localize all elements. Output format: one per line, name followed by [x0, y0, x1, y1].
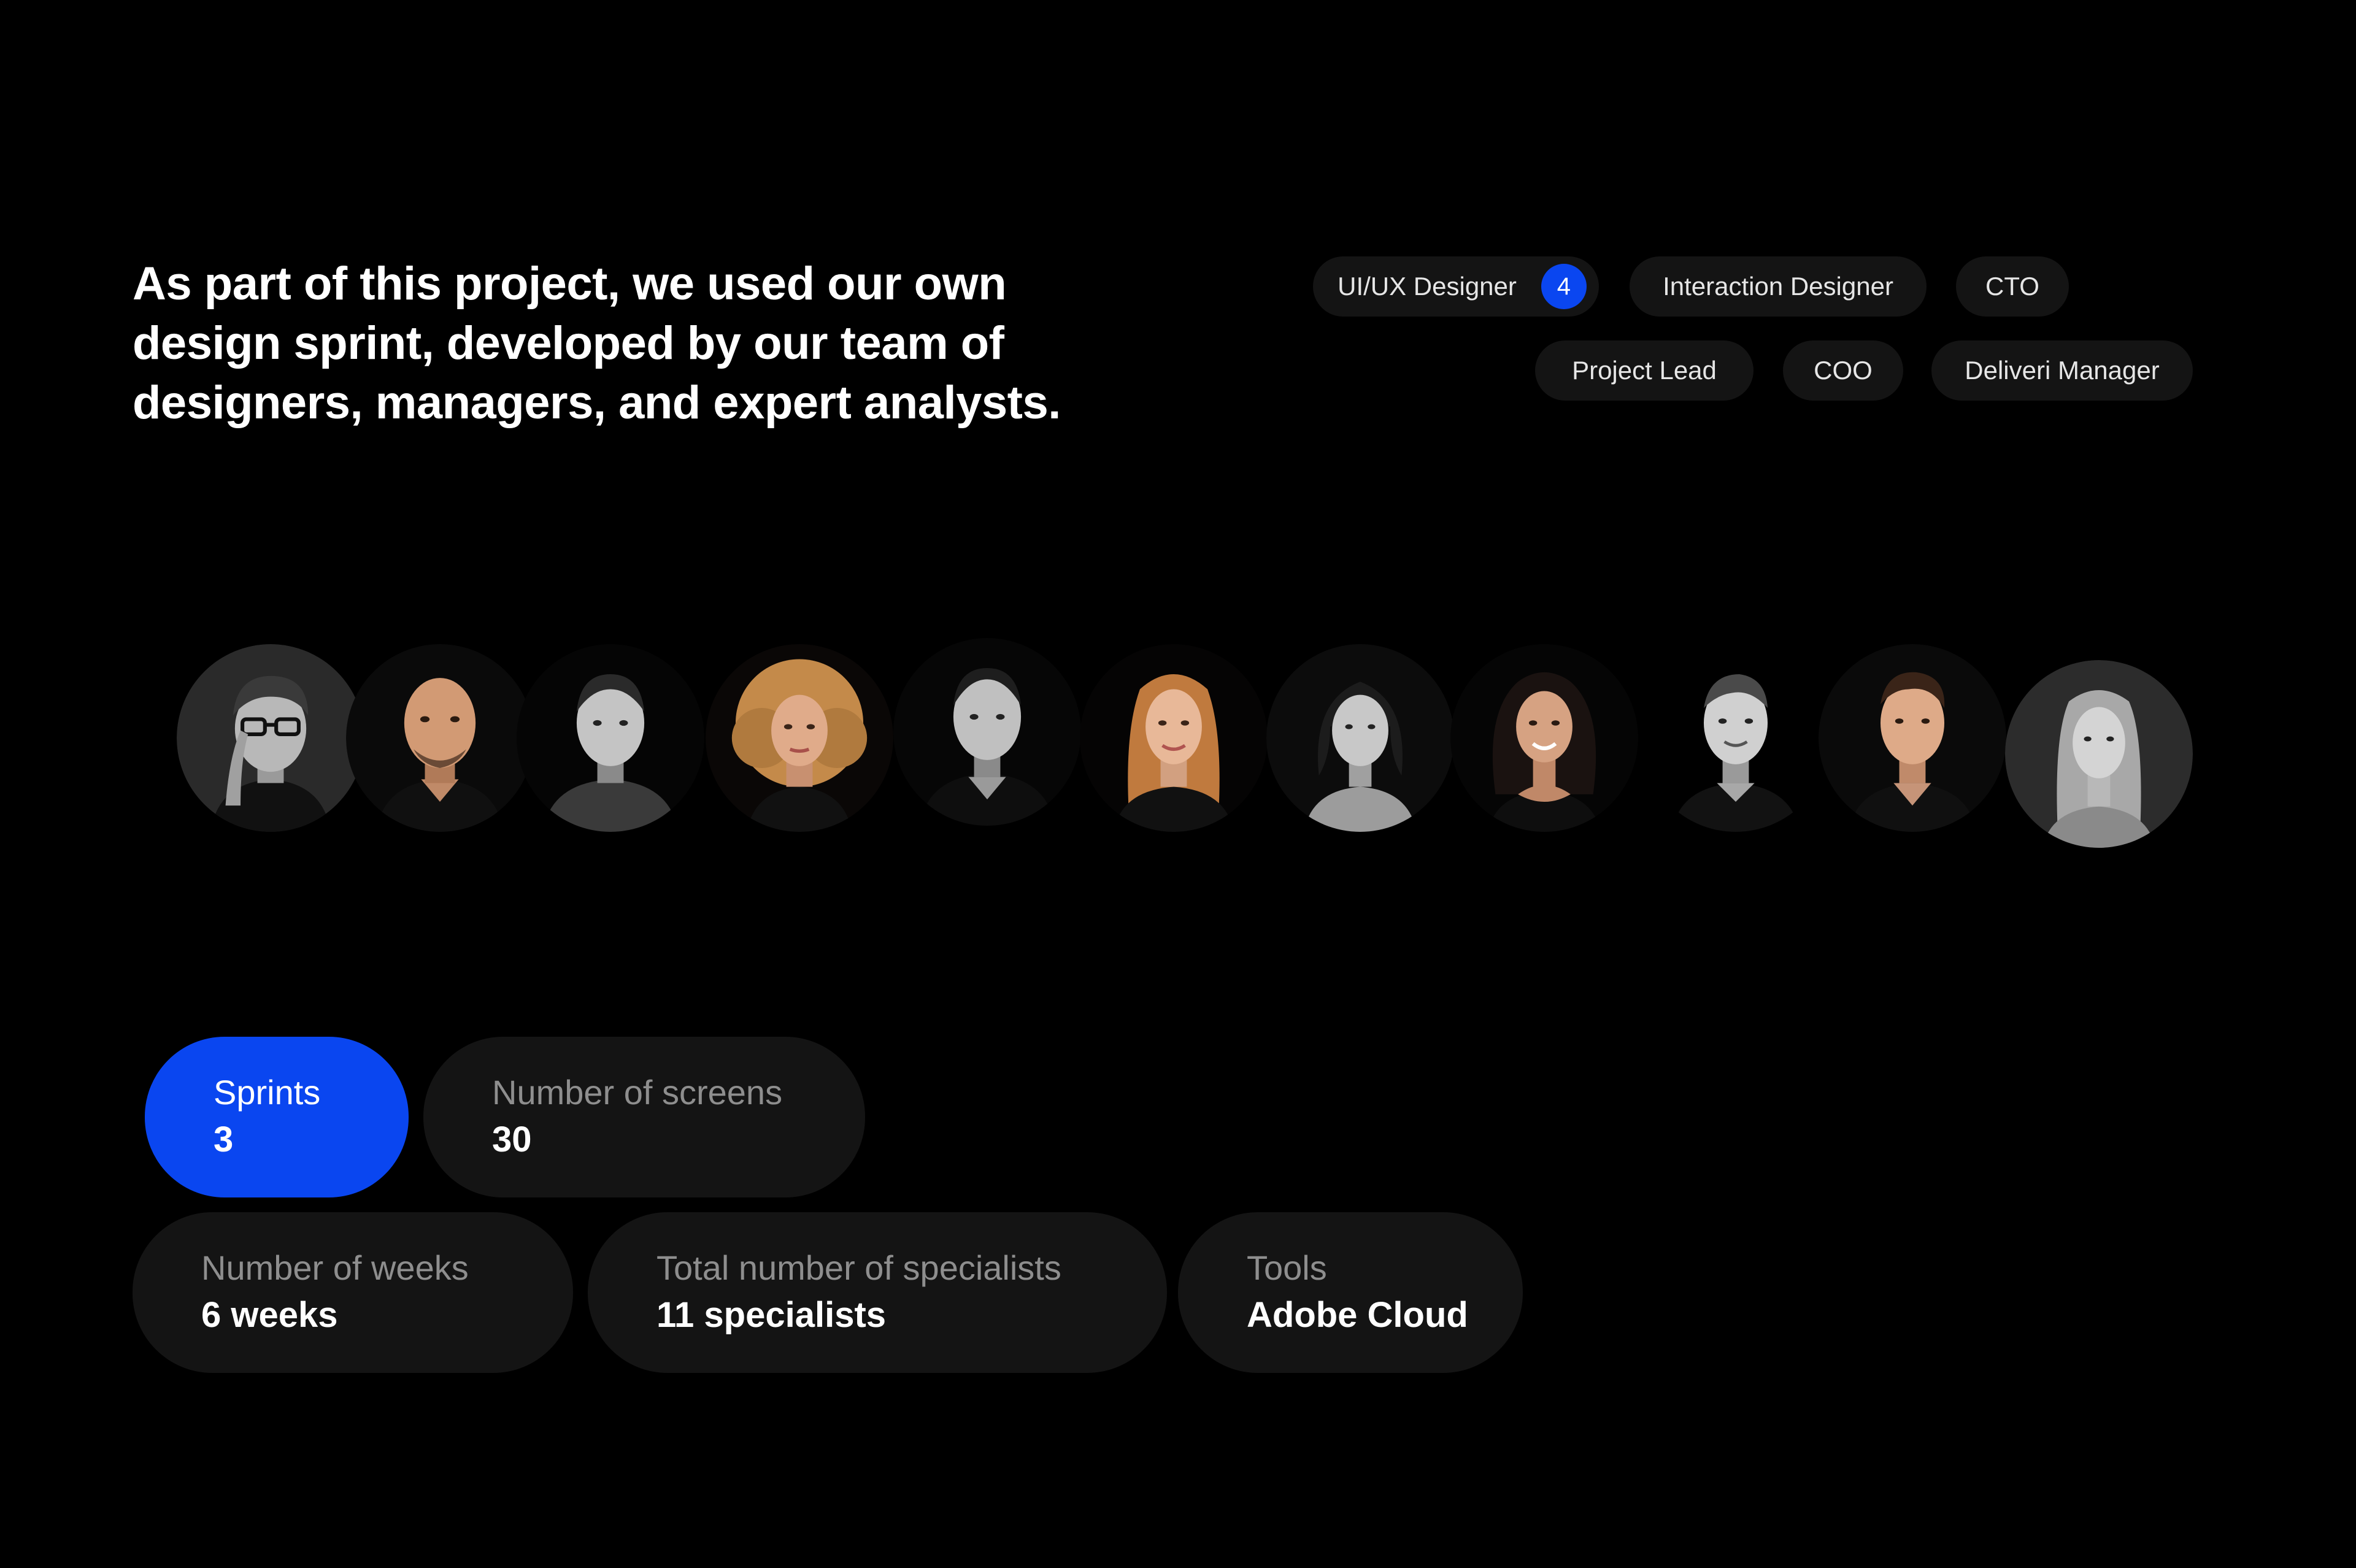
stat-value: Adobe Cloud	[1247, 1295, 1468, 1335]
portrait-image	[706, 644, 893, 832]
stat-sprints: Sprints 3	[145, 1037, 409, 1197]
team-member-avatar	[177, 644, 364, 832]
team-member-avatar	[706, 644, 893, 832]
intro-heading: As part of this project, we used our own…	[133, 254, 1114, 432]
role-tag-ui-ux-designer[interactable]: UI/UX Designer 4	[1313, 256, 1599, 317]
team-member-avatar	[893, 638, 1081, 826]
team-member-avatar	[1450, 644, 1638, 832]
stat-value: 11 specialists	[656, 1295, 887, 1335]
portrait-image	[893, 638, 1081, 826]
portrait-image	[1819, 644, 2006, 832]
stat-label: Number of weeks	[201, 1248, 469, 1287]
role-tag-label: Deliveri Manager	[1965, 356, 2160, 385]
intro-line: As part of this project, we used our own	[133, 258, 1007, 310]
team-member-avatar	[2005, 660, 2193, 848]
stat-value: 3	[214, 1120, 234, 1159]
team-member-avatar	[1266, 644, 1454, 832]
portrait-image	[1080, 644, 1268, 832]
portrait-image	[177, 644, 364, 832]
portrait-image	[517, 644, 704, 832]
portrait-image	[1266, 644, 1454, 832]
stat-label: Number of screens	[492, 1073, 783, 1112]
stat-total-number-of-specialists: Total number of specialists 11 specialis…	[588, 1212, 1167, 1373]
portrait-image	[346, 644, 534, 832]
role-tag-deliveri-manager[interactable]: Deliveri Manager	[1931, 340, 2193, 401]
team-member-avatar	[1642, 644, 1830, 832]
portrait-image	[1642, 644, 1830, 832]
role-tag-label: UI/UX Designer	[1338, 272, 1517, 301]
portrait-image	[2005, 660, 2193, 848]
team-member-avatar	[1080, 644, 1268, 832]
stat-label: Total number of specialists	[656, 1248, 1061, 1287]
role-tag-cto[interactable]: CTO	[1956, 256, 2069, 317]
stat-tools: Tools Adobe Cloud	[1178, 1212, 1523, 1373]
stat-number-of-screens: Number of screens 30	[423, 1037, 865, 1197]
role-tag-label: COO	[1814, 356, 1873, 385]
stat-label: Tools	[1247, 1248, 1327, 1287]
stat-value: 30	[492, 1120, 532, 1159]
role-tag-label: CTO	[1985, 272, 2039, 301]
team-member-avatar	[1819, 644, 2006, 832]
stat-label: Sprints	[214, 1073, 321, 1112]
stat-number-of-weeks: Number of weeks 6 weeks	[133, 1212, 573, 1373]
stat-value: 6 weeks	[201, 1295, 338, 1335]
role-tag-interaction-designer[interactable]: Interaction Designer	[1630, 256, 1927, 317]
intro-line: design sprint, developed by our team of	[133, 317, 1004, 369]
team-member-avatar	[517, 644, 704, 832]
role-tag-coo[interactable]: COO	[1783, 340, 1903, 401]
role-tag-project-lead[interactable]: Project Lead	[1535, 340, 1754, 401]
role-tag-label: Project Lead	[1572, 356, 1717, 385]
portrait-image	[1450, 644, 1638, 832]
role-count-badge: 4	[1541, 264, 1587, 309]
intro-line: designers, managers, and expert analysts…	[133, 377, 1061, 429]
role-tag-label: Interaction Designer	[1663, 272, 1893, 301]
team-member-avatar	[346, 644, 534, 832]
